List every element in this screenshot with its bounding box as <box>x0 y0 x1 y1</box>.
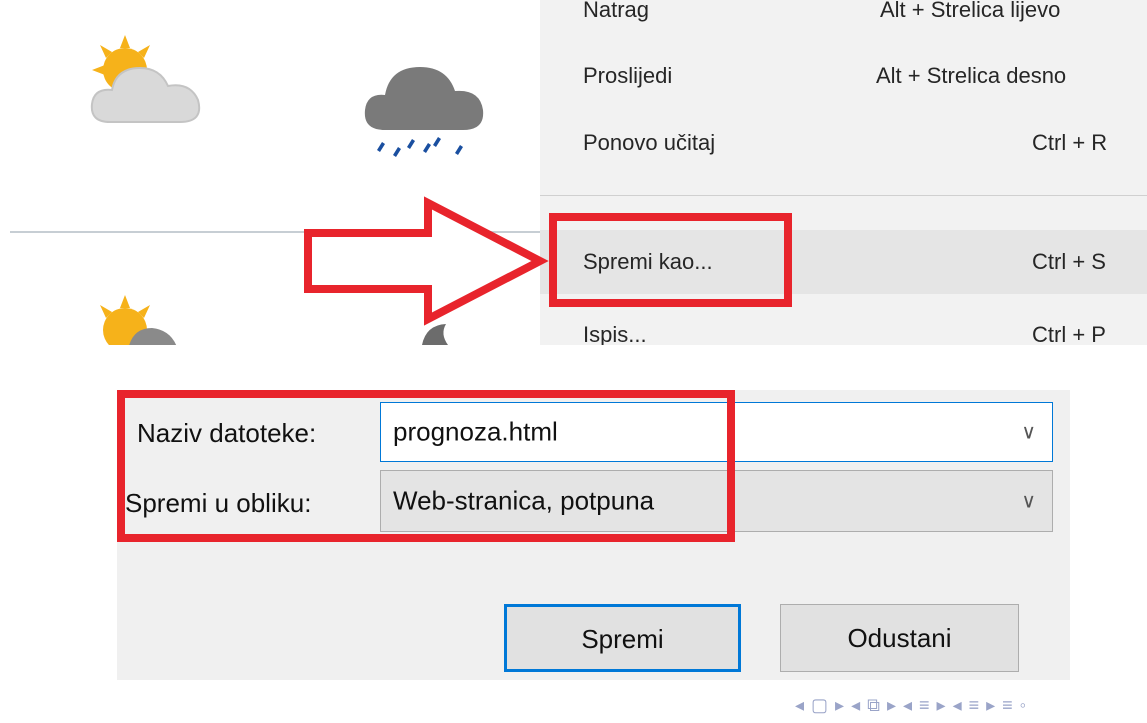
menu-item-shortcut: Ctrl + R <box>1032 130 1108 155</box>
menu-item-shortcut: Alt + Strelica lijevo <box>880 0 1061 22</box>
chevron-down-icon[interactable]: ∨ <box>1021 489 1036 514</box>
chevron-down-icon[interactable]: ∨ <box>1021 420 1036 445</box>
highlight-box <box>549 213 792 307</box>
arrow-right-icon <box>304 196 549 326</box>
menu-item-label: Ispis... <box>583 322 647 345</box>
sun-cloud-icon <box>90 35 201 123</box>
menu-item-label: Natrag <box>583 0 650 22</box>
cancel-button[interactable]: Odustani <box>780 604 1019 672</box>
menu-item-label: Proslijedi <box>583 63 673 88</box>
rain-cloud-icon <box>364 67 484 157</box>
menu-item-forward[interactable]: Proslijedi Alt + Strelica desno <box>540 46 1147 106</box>
menu-item-print[interactable]: Ispis... Ctrl + P <box>540 305 1147 345</box>
slide-navigation[interactable]: ◂ ▢ ▸ ◂ ⧉ ▸ ◂ ≡ ▸ ◂ ≡ ▸ ≡ ◦ <box>795 695 1027 716</box>
menu-item-label: Ponovo učitaj <box>583 130 716 155</box>
save-button[interactable]: Spremi <box>504 604 741 672</box>
menu-separator <box>540 195 1147 196</box>
highlight-box <box>117 390 735 542</box>
sun-cloud-icon <box>100 295 177 345</box>
browser-screenshot: Natrag Alt + Strelica lijevo Proslijedi … <box>0 0 1147 345</box>
menu-item-reload[interactable]: Ponovo učitaj Ctrl + R <box>540 113 1147 173</box>
menu-item-shortcut: Alt + Strelica desno <box>876 63 1067 88</box>
menu-item-shortcut: Ctrl + P <box>1032 322 1106 345</box>
menu-item-shortcut: Ctrl + S <box>1032 249 1106 274</box>
menu-item-back[interactable]: Natrag Alt + Strelica lijevo <box>540 0 1147 40</box>
